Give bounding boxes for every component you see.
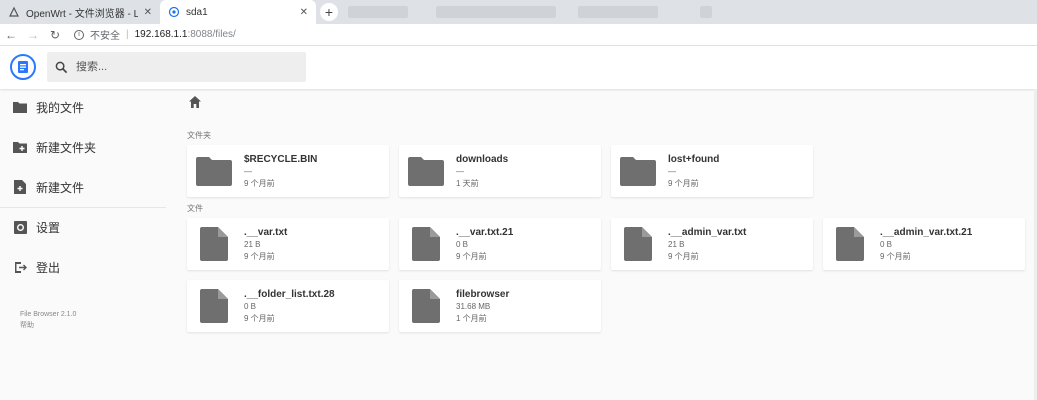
file-icon [196, 227, 232, 261]
blurred-tab[interactable] [348, 6, 408, 18]
file-icon [196, 289, 232, 323]
item-modified: 9 个月前 [456, 252, 487, 261]
folder-item[interactable]: $RECYCLE.BIN — 9 个月前 [187, 145, 389, 197]
item-modified: 9 个月前 [668, 252, 699, 261]
address-bar: ← → ↻ i 不安全 | 192.168.1.1 :8088/files/ [0, 24, 1037, 46]
item-name: .__var.txt.21 [456, 227, 514, 238]
url-field[interactable]: i 不安全 | 192.168.1.1 :8088/files/ [74, 27, 236, 42]
item-name: $RECYCLE.BIN [244, 154, 318, 165]
files-section-label: 文件 [187, 204, 203, 213]
item-modified: 9 个月前 [244, 252, 275, 261]
item-size: 21 B [668, 240, 685, 249]
item-size: — [668, 167, 676, 176]
item-modified: 9 个月前 [668, 179, 699, 188]
tab-title: OpenWrt - 文件浏览器 - LuCI [26, 8, 138, 20]
sidebar-item-label: 新建文件 [36, 180, 85, 195]
tab-close-icon[interactable]: ✕ [300, 7, 308, 18]
sidebar-item-label: 设置 [36, 220, 61, 235]
blurred-tab[interactable] [700, 6, 712, 18]
browser-tab-luci[interactable]: OpenWrt - 文件浏览器 - LuCI ✕ [0, 0, 160, 24]
folder-icon [196, 155, 232, 187]
tab-title: sda1 [186, 6, 208, 18]
file-item[interactable]: .__var.txt.21 0 B 9 个月前 [399, 218, 601, 270]
blurred-tab[interactable] [578, 6, 658, 18]
file-icon [832, 227, 868, 261]
item-modified: 9 个月前 [880, 252, 911, 261]
url-divider: | [126, 29, 129, 40]
item-name: .__admin_var.txt.21 [880, 227, 973, 238]
sidebar: 我的文件 新建文件夹 新建文件 设置 登出 File Browser 2.1.0… [0, 89, 166, 400]
filebrowser-logo-icon[interactable] [10, 54, 36, 80]
folder-icon [12, 99, 28, 115]
item-size: 0 B [880, 240, 893, 249]
folder-icon [408, 155, 444, 187]
version-label[interactable]: File Browser 2.1.0 [20, 309, 76, 320]
note-add-icon [12, 179, 28, 195]
folder-item[interactable]: downloads — 1 天前 [399, 145, 601, 197]
info-icon[interactable]: i [74, 29, 84, 40]
sidebar-item-settings[interactable]: 设置 [0, 209, 166, 245]
sidebar-item-label: 登出 [36, 260, 61, 275]
search-input[interactable] [76, 61, 276, 73]
folder-icon [620, 155, 656, 187]
forward-arrow-icon[interactable]: → [22, 28, 44, 42]
globe-icon [168, 6, 180, 18]
item-size: 31.68 MB [456, 302, 491, 311]
settings-icon [12, 219, 28, 235]
search-icon [55, 61, 68, 73]
search-bar[interactable] [47, 52, 306, 82]
reload-icon[interactable]: ↻ [44, 28, 66, 42]
url-host: 192.168.1.1 [134, 29, 188, 40]
breadcrumb-home-icon[interactable] [188, 95, 202, 109]
url-path: :8088/files/ [187, 29, 236, 40]
file-icon [408, 289, 444, 323]
file-item[interactable]: .__folder_list.txt.28 0 B 9 个月前 [187, 280, 389, 332]
blurred-tab[interactable] [436, 6, 556, 18]
folder-item[interactable]: lost+found — 9 个月前 [611, 145, 813, 197]
browser-tab-sda1[interactable]: sda1 ✕ [160, 0, 316, 24]
help-link[interactable]: 帮助 [20, 320, 76, 331]
browser-tab-strip: OpenWrt - 文件浏览器 - LuCI ✕ sda1 ✕ + [0, 0, 1037, 24]
app-header [0, 46, 1037, 89]
sidebar-item-new-folder[interactable]: 新建文件夹 [0, 129, 166, 165]
file-item[interactable]: filebrowser 31.68 MB 1 个月前 [399, 280, 601, 332]
luci-favicon-icon [8, 6, 20, 18]
item-modified: 1 个月前 [456, 314, 487, 323]
item-modified: 1 天前 [456, 179, 479, 188]
back-arrow-icon[interactable]: ← [0, 28, 22, 42]
item-size: 21 B [244, 240, 261, 249]
item-name: filebrowser [456, 289, 510, 300]
credits: File Browser 2.1.0 帮助 [20, 309, 76, 331]
file-item[interactable]: .__var.txt 21 B 9 个月前 [187, 218, 389, 270]
item-name: .__admin_var.txt [668, 227, 747, 238]
file-icon [408, 227, 444, 261]
item-name: .__folder_list.txt.28 [244, 289, 335, 300]
sidebar-item-logout[interactable]: 登出 [0, 249, 166, 285]
item-size: 0 B [244, 302, 257, 311]
sidebar-item-my-files[interactable]: 我的文件 [0, 89, 166, 125]
file-item[interactable]: .__admin_var.txt 21 B 9 个月前 [611, 218, 813, 270]
item-modified: 9 个月前 [244, 179, 275, 188]
item-name: .__var.txt [244, 227, 288, 238]
file-item[interactable]: .__admin_var.txt.21 0 B 9 个月前 [823, 218, 1025, 270]
logout-icon [12, 259, 28, 275]
item-name: downloads [456, 154, 509, 165]
item-name: lost+found [668, 154, 720, 165]
insecure-label: 不安全 [90, 31, 120, 42]
item-size: — [244, 167, 252, 176]
create-folder-icon [12, 139, 28, 155]
sidebar-item-label: 新建文件夹 [36, 140, 97, 155]
item-size: — [456, 167, 464, 176]
file-icon [620, 227, 656, 261]
new-tab-button[interactable]: + [320, 3, 338, 21]
sidebar-divider [0, 207, 166, 208]
item-modified: 9 个月前 [244, 314, 275, 323]
item-size: 0 B [456, 240, 469, 249]
tab-close-icon[interactable]: ✕ [144, 7, 152, 18]
sidebar-item-label: 我的文件 [36, 100, 85, 115]
sidebar-item-new-file[interactable]: 新建文件 [0, 169, 166, 205]
folders-section-label: 文件夹 [187, 131, 211, 140]
